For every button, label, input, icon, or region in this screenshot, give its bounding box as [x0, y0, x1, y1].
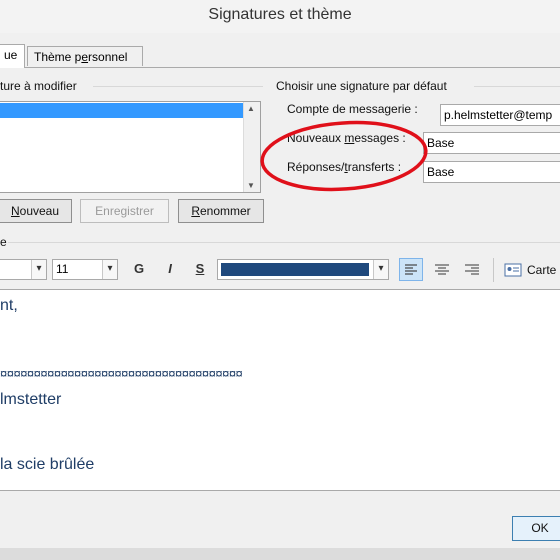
rename-signature-button[interactable]: Renommer — [178, 199, 264, 223]
underline-button[interactable]: S — [190, 259, 210, 279]
font-size-select[interactable]: 11 ▾ — [52, 259, 118, 280]
align-left-button[interactable] — [399, 258, 423, 281]
tab-theme-label-1: Thème p — [34, 50, 82, 64]
bottom-border — [0, 548, 560, 560]
font-family-select[interactable]: ▾ — [0, 259, 47, 280]
business-card-icon — [504, 263, 522, 277]
ok-button-label: OK — [531, 521, 549, 535]
signature-line-4: la scie brûlée — [0, 456, 95, 473]
tab-theme-label-3: rsonnel — [88, 50, 128, 64]
new-signature-button[interactable]: Nouveau — [0, 199, 72, 223]
dialog-title: Signatures et thème — [208, 6, 352, 23]
rename-button-label-2: enommer — [199, 204, 251, 218]
tab-signature-label: ue — [4, 48, 18, 62]
font-color-select[interactable]: ▾ — [217, 259, 389, 280]
toolbar-separator — [493, 258, 494, 282]
align-center-button[interactable] — [431, 259, 453, 280]
edit-signature-title: e — [0, 235, 7, 249]
align-center-icon — [435, 264, 449, 275]
chevron-down-icon[interactable]: ▾ — [102, 260, 117, 279]
new-button-label-1: N — [10, 204, 20, 218]
bold-button[interactable]: G — [129, 259, 149, 279]
align-right-icon — [465, 264, 479, 275]
group-divider-right — [474, 86, 560, 87]
align-left-icon — [405, 264, 417, 275]
tab-divider — [25, 67, 560, 68]
rename-button-label-1: R — [191, 204, 200, 218]
signature-line-3: lmstetter — [0, 391, 62, 408]
signature-list-title: ture à modifier — [0, 79, 77, 93]
signature-list[interactable]: ▲ ▼ — [0, 101, 261, 193]
annotation-circle — [260, 120, 428, 192]
business-card-label: Carte — [527, 263, 557, 277]
business-card-button[interactable]: Carte — [504, 261, 560, 281]
account-select[interactable]: p.helmstetter@temp — [440, 104, 560, 126]
group-divider-left — [93, 86, 263, 87]
scroll-up-icon[interactable]: ▲ — [247, 104, 255, 113]
scroll-down-icon[interactable]: ▼ — [247, 181, 255, 190]
tab-personal-theme[interactable]: Thème personnel — [27, 46, 143, 66]
save-button-label: Enregistrer — [95, 204, 154, 218]
new-messages-select[interactable]: Base — [423, 132, 560, 154]
tab-signature[interactable]: ue — [0, 44, 25, 68]
ok-button[interactable]: OK — [512, 516, 560, 541]
italic-button[interactable]: I — [160, 259, 180, 279]
group-divider-edit — [8, 242, 560, 243]
new-button-label-2: ouveau — [19, 204, 60, 218]
font-color-swatch — [221, 263, 369, 276]
chevron-down-icon[interactable]: ▾ — [373, 260, 388, 279]
default-signature-title: Choisir une signature par défaut — [276, 79, 447, 93]
signature-line-1: nt, — [0, 297, 18, 314]
account-label: Compte de messagerie : — [287, 102, 418, 116]
signature-line-2: ¤¤¤¤¤¤¤¤¤¤¤¤¤¤¤¤¤¤¤¤¤¤¤¤¤¤¤¤¤¤¤¤¤¤¤¤ — [0, 366, 243, 381]
selected-signature-item[interactable] — [0, 103, 243, 118]
font-size-value: 11 — [56, 262, 69, 276]
chevron-down-icon[interactable]: ▾ — [31, 260, 46, 279]
save-signature-button[interactable]: Enregistrer — [80, 199, 169, 223]
account-value: p.helmstetter@temp — [444, 108, 553, 122]
replies-select[interactable]: Base — [423, 161, 560, 183]
align-right-button[interactable] — [461, 259, 483, 280]
